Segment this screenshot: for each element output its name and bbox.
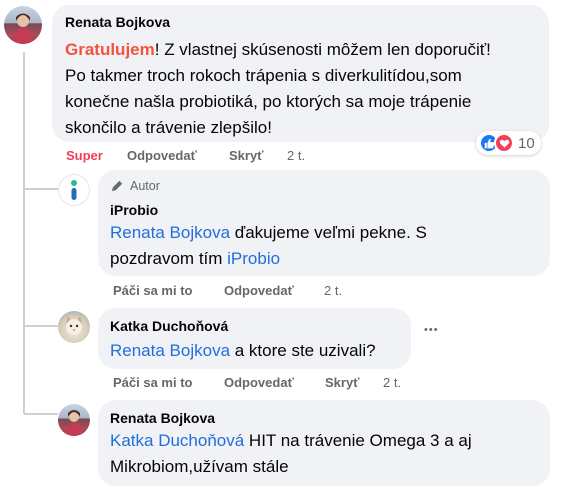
comment-actions: Páči sa mi to Odpovedať 2 t. (113, 283, 413, 301)
comment-text: Renata Bojkova ďakujeme veľmi pekne. S p… (110, 220, 540, 272)
comment-text-line: Po takmer troch rokoch trápenia s diverk… (65, 66, 462, 85)
comment-text-line: konečne našla probiotiká, po ktorých sa … (65, 92, 472, 111)
avatar[interactable] (58, 404, 90, 436)
hide-button[interactable]: Skryť (325, 375, 359, 390)
reply-button[interactable]: Odpovedať (224, 375, 294, 390)
mention-link[interactable]: Renata Bojkova (110, 223, 230, 242)
thread-line (23, 52, 25, 204)
reaction-count: 10 (518, 134, 535, 152)
comment-text-line: a ktore ste uzivali? (230, 341, 376, 360)
author-badge: Autor (110, 179, 160, 193)
comment-text-line: skončilo a trávenie zlepšilo! (65, 118, 272, 137)
timestamp[interactable]: 2 t. (287, 148, 305, 163)
avatar-photo-icon (12, 13, 34, 44)
comment-text: Katka Duchoňová HIT na trávenie Omega 3 … (110, 428, 540, 480)
comment-actions: Páči sa mi to Odpovedať Skryť 2 t. (113, 375, 413, 393)
like-button[interactable]: Páči sa mi to (113, 375, 192, 390)
comment-author[interactable]: Katka Duchoňová (110, 318, 228, 334)
avatar-photo-icon (64, 410, 84, 436)
timestamp[interactable]: 2 t. (324, 283, 342, 298)
author-badge-label: Autor (130, 179, 160, 193)
comment-actions: Super Odpovedať Skryť 2 t. (66, 148, 366, 166)
avatar[interactable] (4, 6, 42, 44)
reply-button[interactable]: Odpovedať (127, 148, 197, 163)
love-reaction-icon (494, 133, 514, 153)
avatar[interactable] (58, 174, 90, 206)
comment-bubble: Renata Bojkova Gratulujem! Z vlastnej sk… (52, 5, 549, 142)
comment-author[interactable]: Renata Bojkova (65, 14, 170, 30)
comment-text-line: HIT na trávenie Omega 3 a aj (244, 431, 472, 450)
reply-connector (24, 325, 58, 327)
mention-link[interactable]: Katka Duchoňová (110, 431, 244, 450)
reply-connector (24, 188, 58, 190)
reaction-button[interactable]: Super (66, 148, 103, 163)
pencil-icon (111, 180, 123, 191)
comment-text: Renata Bojkova a ktore ste uzivali? (110, 338, 410, 364)
like-button[interactable]: Páči sa mi to (113, 283, 192, 298)
comment-bubble: Renata Bojkova Katka Duchoňová HIT na tr… (98, 400, 550, 486)
comment-author[interactable]: Renata Bojkova (110, 410, 215, 426)
reaction-summary[interactable]: 10 (476, 131, 541, 155)
comment-author[interactable]: iProbio (110, 202, 158, 218)
mention-link[interactable]: iProbio (227, 249, 280, 268)
comment-text-line: pozdravom tím (110, 249, 228, 268)
thread-line (23, 204, 25, 414)
comment-text-line: ďakujeme veľmi pekne. S (230, 223, 427, 242)
mention-link[interactable]: Renata Bojkova (110, 341, 230, 360)
avatar-photo-icon (66, 316, 82, 335)
comment-text: Gratulujem! Z vlastnej skúsenosti môžem … (65, 37, 545, 141)
highlighted-word: Gratulujem (65, 40, 155, 59)
comment-text-line: ! Z vlastnej skúsenosti môžem len doporu… (154, 40, 491, 59)
hide-button[interactable]: Skryť (229, 148, 263, 163)
comment-bubble: Katka Duchoňová Renata Bojkova a ktore s… (98, 308, 411, 369)
more-options-button[interactable]: ••• (424, 324, 439, 336)
comment-text-line: Mikrobiom,užívam stále (110, 457, 289, 476)
reply-connector (24, 413, 58, 415)
avatar[interactable] (58, 311, 90, 343)
iprobio-logo-icon (71, 180, 77, 200)
timestamp[interactable]: 2 t. (383, 375, 401, 390)
reply-button[interactable]: Odpovedať (224, 283, 294, 298)
comment-bubble: Autor iProbio Renata Bojkova ďakujeme ve… (98, 170, 550, 276)
